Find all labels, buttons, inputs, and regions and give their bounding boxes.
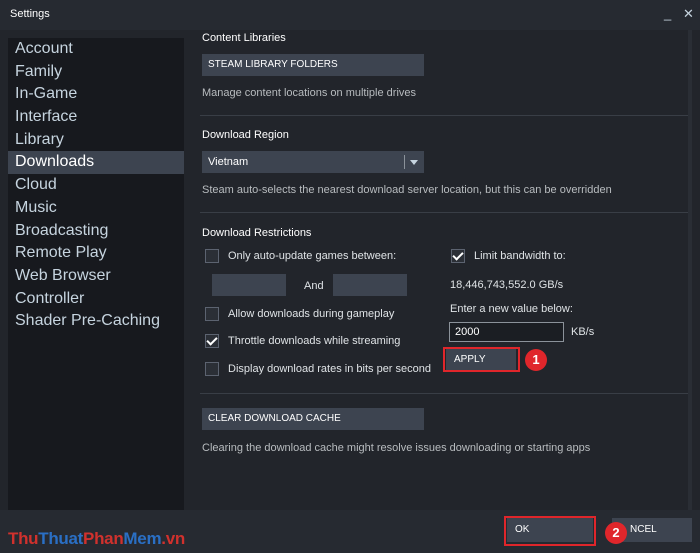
watermark-part: Mem [123, 529, 162, 548]
limit-bandwidth-label: Limit bandwidth to: [474, 250, 566, 262]
bandwidth-input[interactable] [449, 322, 564, 342]
watermark-part: .vn [161, 529, 185, 548]
sidebar-item-broadcasting[interactable]: Broadcasting [8, 220, 184, 243]
clear-download-cache-button[interactable]: CLEAR DOWNLOAD CACHE [202, 408, 424, 430]
annotation-highlight-ok [504, 516, 596, 546]
title-bar: Settings _ ✕ [0, 0, 700, 30]
content-scrollbar[interactable] [688, 30, 692, 510]
allow-downloads-gameplay-label: Allow downloads during gameplay [228, 308, 395, 320]
auto-update-checkbox[interactable] [205, 249, 219, 263]
limit-bandwidth-checkbox[interactable] [451, 249, 465, 263]
download-region-title: Download Region [202, 129, 289, 141]
download-region-desc: Steam auto-selects the nearest download … [202, 184, 612, 196]
throttle-streaming-checkbox[interactable] [205, 334, 219, 348]
dropdown-separator [404, 155, 405, 169]
minimize-button[interactable]: _ [664, 6, 671, 21]
throttle-streaming-label: Throttle downloads while streaming [228, 335, 401, 347]
allow-downloads-gameplay-checkbox[interactable] [205, 307, 219, 321]
sidebar-item-shader-pre-caching[interactable]: Shader Pre-Caching [8, 310, 184, 333]
download-restrictions-title: Download Restrictions [202, 227, 312, 239]
annotation-badge-1: 1 [525, 349, 547, 371]
auto-update-end-time[interactable] [333, 274, 407, 296]
sidebar-item-downloads[interactable]: Downloads [8, 151, 184, 175]
clear-cache-desc: Clearing the download cache might resolv… [202, 442, 591, 454]
sidebar-item-controller[interactable]: Controller [8, 288, 184, 311]
bandwidth-value: 18,446,743,552.0 GB/s [450, 279, 564, 291]
divider [200, 212, 688, 213]
divider [200, 393, 688, 394]
divider [200, 115, 688, 116]
sidebar-item-remote-play[interactable]: Remote Play [8, 242, 184, 265]
sidebar-item-account[interactable]: Account [8, 38, 184, 61]
unit-label: KB/s [571, 326, 595, 338]
bits-per-second-label: Display download rates in bits per secon… [228, 363, 432, 375]
sidebar-item-family[interactable]: Family [8, 61, 184, 84]
download-region-value: Vietnam [208, 156, 249, 168]
downloads-settings-panel: Content Libraries STEAM LIBRARY FOLDERS … [184, 30, 692, 510]
settings-sidebar: Account Family In-Game Interface Library… [8, 38, 184, 510]
watermark-part: Phan [83, 529, 124, 548]
sidebar-item-cloud[interactable]: Cloud [8, 174, 184, 197]
auto-update-label: Only auto-update games between: [228, 250, 397, 262]
annotation-badge-2: 2 [605, 522, 627, 544]
close-button[interactable]: ✕ [683, 6, 694, 22]
sidebar-item-interface[interactable]: Interface [8, 106, 184, 129]
chevron-down-icon [410, 160, 418, 165]
watermark-part: Thu [8, 529, 39, 548]
watermark-part: Thuat [38, 529, 84, 548]
content-libraries-desc: Manage content locations on multiple dri… [202, 87, 417, 99]
steam-library-folders-button[interactable]: STEAM LIBRARY FOLDERS [202, 54, 424, 76]
content-libraries-title: Content Libraries [202, 32, 286, 44]
window-title: Settings [10, 8, 50, 20]
auto-update-start-time[interactable] [212, 274, 286, 296]
enter-new-value-label: Enter a new value below: [450, 303, 573, 315]
sidebar-item-music[interactable]: Music [8, 197, 184, 220]
sidebar-item-library[interactable]: Library [8, 129, 184, 152]
site-watermark: ThuThuatPhanMem.vn [8, 529, 185, 549]
bits-per-second-checkbox[interactable] [205, 362, 219, 376]
annotation-highlight-apply [443, 347, 520, 372]
and-label: And [304, 280, 324, 292]
download-region-select[interactable]: Vietnam [202, 151, 424, 173]
sidebar-item-web-browser[interactable]: Web Browser [8, 265, 184, 288]
sidebar-item-in-game[interactable]: In-Game [8, 83, 184, 106]
